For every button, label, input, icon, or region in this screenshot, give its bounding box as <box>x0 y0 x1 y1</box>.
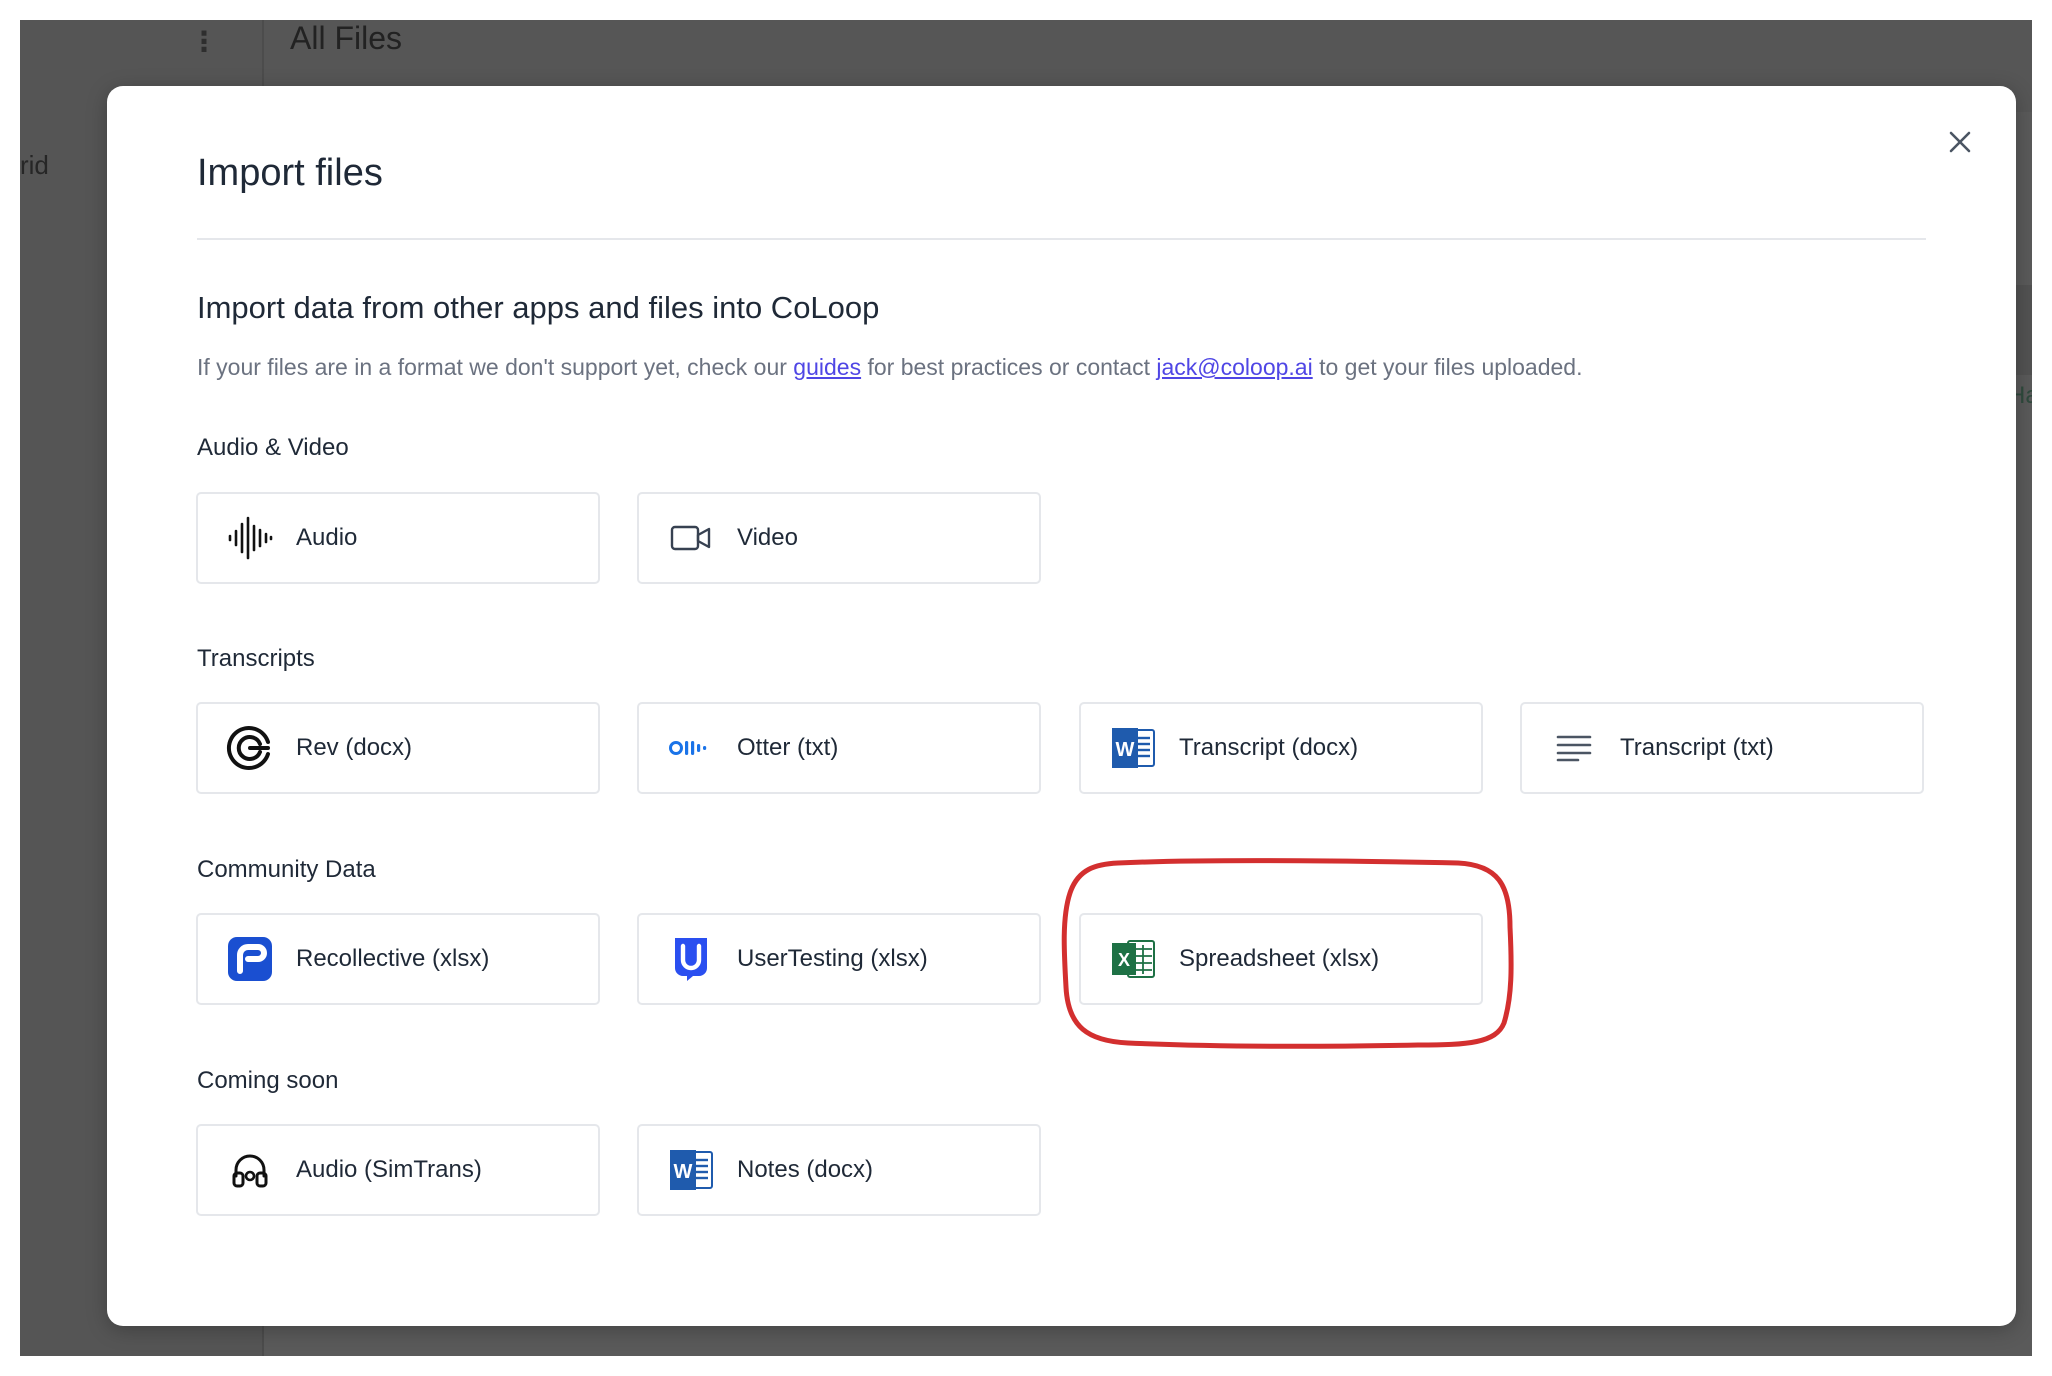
background-grid-label: rid <box>20 150 49 180</box>
import-recollective-button[interactable]: Recollective (xlsx) <box>196 913 600 1005</box>
kebab-menu-icon: ⋮ <box>190 26 218 57</box>
card-label: Recollective (xlsx) <box>296 945 490 972</box>
headphones-icon <box>224 1144 276 1196</box>
rev-logo-icon <box>224 722 276 774</box>
svg-text:W: W <box>1116 739 1135 761</box>
card-label: UserTesting (xlsx) <box>737 945 928 972</box>
title-divider <box>197 238 1926 240</box>
card-label: Audio <box>296 524 358 551</box>
word-icon: W <box>665 1144 717 1196</box>
import-otter-button[interactable]: Otter (txt) <box>637 702 1041 794</box>
card-label: Rev (docx) <box>296 734 413 761</box>
excel-icon: X <box>1107 933 1159 985</box>
svg-text:X: X <box>1118 950 1130 970</box>
card-label: Notes (docx) <box>737 1156 874 1183</box>
group-label-community-data: Community Data <box>197 856 376 883</box>
card-label: Audio (SimTrans) <box>296 1156 482 1183</box>
card-label: Transcript (txt) <box>1620 734 1774 761</box>
card-label: Spreadsheet (xlsx) <box>1179 945 1380 972</box>
word-icon: W <box>1107 722 1159 774</box>
description-part-2: for best practices or contact <box>861 354 1157 380</box>
import-spreadsheet-button[interactable]: X Spreadsheet (xlsx) <box>1079 913 1483 1005</box>
otter-logo-icon <box>665 722 717 774</box>
card-label: Otter (txt) <box>737 734 839 761</box>
text-lines-icon <box>1548 722 1600 774</box>
description-part-3: to get your files uploaded. <box>1312 354 1583 380</box>
import-audio-simtrans-button[interactable]: Audio (SimTrans) <box>196 1124 600 1216</box>
usertesting-logo-icon <box>665 933 717 985</box>
close-button[interactable] <box>1940 122 1980 162</box>
import-usertesting-button[interactable]: UserTesting (xlsx) <box>637 913 1041 1005</box>
import-transcript-txt-button[interactable]: Transcript (txt) <box>1520 702 1924 794</box>
background-page-title: All Files <box>290 20 403 56</box>
card-label: Video <box>737 524 798 551</box>
contact-email-link[interactable]: jack@coloop.ai <box>1156 354 1312 380</box>
group-label-audio-video: Audio & Video <box>197 434 349 461</box>
group-label-transcripts: Transcripts <box>197 645 315 672</box>
guides-link[interactable]: guides <box>793 354 861 380</box>
audio-waveform-icon <box>224 512 276 564</box>
import-files-modal: Import files Import data from other apps… <box>107 86 2016 1326</box>
import-audio-button[interactable]: Audio <box>196 492 600 584</box>
recollective-logo-icon <box>224 933 276 985</box>
modal-title: Import files <box>197 152 383 194</box>
svg-text:W: W <box>674 1161 693 1183</box>
import-transcript-docx-button[interactable]: W Transcript (docx) <box>1079 702 1483 794</box>
video-camera-icon <box>665 512 717 564</box>
import-video-button[interactable]: Video <box>637 492 1041 584</box>
section-heading: Import data from other apps and files in… <box>197 290 880 325</box>
card-label: Transcript (docx) <box>1179 734 1359 761</box>
import-notes-docx-button[interactable]: W Notes (docx) <box>637 1124 1041 1216</box>
description-part-1: If your files are in a format we don't s… <box>197 354 794 380</box>
close-icon <box>1949 131 1971 153</box>
description-text: If your files are in a format we don't s… <box>197 354 1583 381</box>
group-label-coming-soon: Coming soon <box>197 1067 339 1094</box>
import-rev-button[interactable]: Rev (docx) <box>196 702 600 794</box>
screen: ⋮ All Files rid Ha Import files Import d… <box>20 20 2032 1356</box>
